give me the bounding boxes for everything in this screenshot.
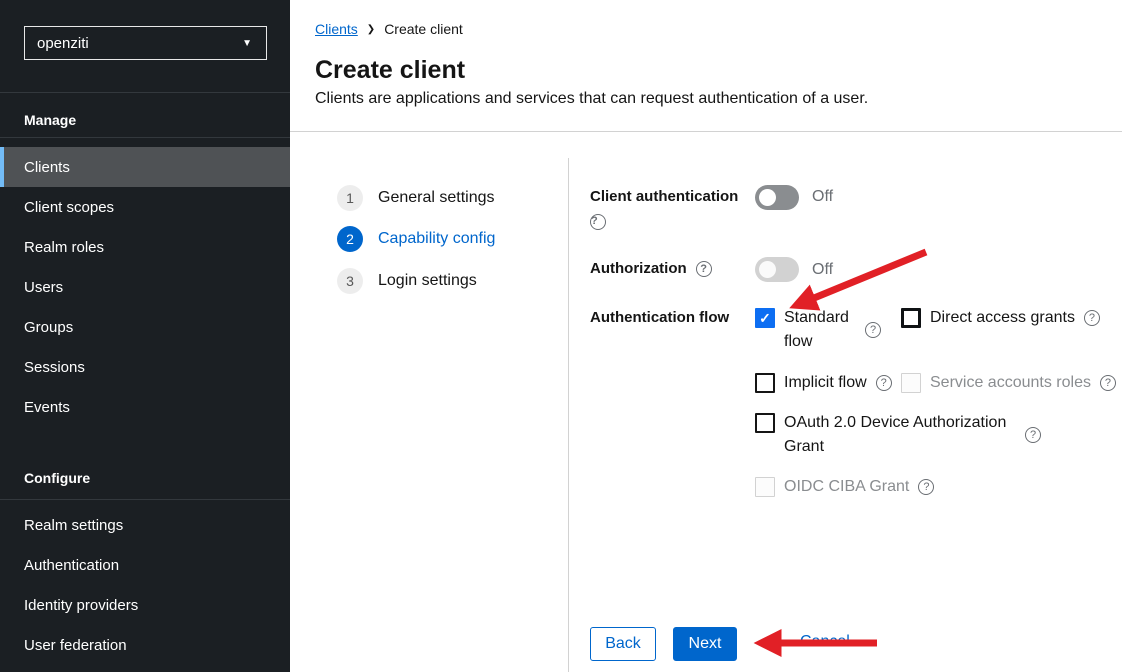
sidebar-item-clients[interactable]: Clients [0, 147, 290, 187]
option-direct-access-grants: Direct access grants ? [901, 306, 1100, 330]
sidebar-item-client-scopes[interactable]: Client scopes [0, 187, 290, 227]
help-icon[interactable]: ? [865, 322, 881, 338]
sidebar: openziti ▼ Manage Clients Client scopes … [0, 0, 290, 672]
label-text: Client authentication [590, 188, 738, 205]
sidebar-item-user-federation[interactable]: User federation [0, 625, 290, 665]
authorization-toggle [755, 257, 799, 282]
wizard-step-general-settings[interactable]: 1 General settings [337, 185, 495, 211]
sidebar-item-label: Client scopes [24, 199, 114, 216]
sidebar-divider [0, 137, 290, 138]
step-number: 1 [337, 185, 363, 211]
checkbox-service-accounts-roles [901, 373, 921, 393]
header-divider [290, 131, 1122, 132]
sidebar-item-label: Realm roles [24, 239, 104, 256]
sidebar-item-label: Users [24, 279, 63, 296]
sidebar-item-label: Groups [24, 319, 73, 336]
option-implicit-flow: Implicit flow ? [755, 371, 892, 395]
option-label: OIDC CIBA Grant [784, 475, 909, 499]
wizard-step-capability-config[interactable]: 2 Capability config [337, 226, 495, 252]
authentication-flow-label: Authentication flow [590, 309, 729, 326]
realm-name: openziti [37, 35, 89, 52]
wizard-content-divider [568, 158, 569, 672]
sidebar-item-label: Clients [24, 159, 70, 176]
wizard-step-login-settings[interactable]: 3 Login settings [337, 268, 477, 294]
sidebar-item-identity-providers[interactable]: Identity providers [0, 585, 290, 625]
step-number: 3 [337, 268, 363, 294]
checkbox-oidc-ciba-grant [755, 477, 775, 497]
toggle-knob [759, 261, 776, 278]
checkbox-implicit-flow[interactable] [755, 373, 775, 393]
page-description: Clients are applications and services th… [315, 90, 868, 108]
step-label: General settings [378, 189, 495, 207]
help-icon[interactable]: ? [1025, 427, 1041, 443]
sidebar-section-manage: Manage [24, 112, 76, 128]
realm-selector-dropdown[interactable]: openziti ▼ [24, 26, 267, 60]
checkbox-direct-access-grants[interactable] [901, 308, 921, 328]
sidebar-item-users[interactable]: Users [0, 267, 290, 307]
cancel-link[interactable]: Cancel [800, 633, 850, 651]
sidebar-divider [0, 499, 290, 500]
sidebar-item-events[interactable]: Events [0, 387, 290, 427]
sidebar-item-label: Identity providers [24, 597, 138, 614]
help-icon[interactable]: ? [696, 261, 712, 277]
help-icon[interactable]: ? [1100, 375, 1116, 391]
next-button[interactable]: Next [673, 627, 737, 661]
help-icon[interactable]: ? [918, 479, 934, 495]
option-service-accounts-roles: Service accounts roles ? [901, 371, 1116, 395]
back-button[interactable]: Back [590, 627, 656, 661]
sidebar-item-label: Sessions [24, 359, 85, 376]
option-label: OAuth 2.0 Device Authorization Grant [784, 411, 1016, 459]
keycloak-admin-console: openziti ▼ Manage Clients Client scopes … [0, 0, 1122, 672]
breadcrumb-clients-link[interactable]: Clients [315, 21, 358, 37]
sidebar-item-groups[interactable]: Groups [0, 307, 290, 347]
authorization-state: Off [812, 261, 833, 279]
breadcrumb-current: Create client [384, 21, 463, 37]
sidebar-item-label: Realm settings [24, 517, 123, 534]
option-label: Standard flow [784, 306, 856, 354]
breadcrumb-separator-icon: ❯ [367, 24, 375, 35]
sidebar-divider [0, 92, 290, 93]
page-title: Create client [315, 56, 465, 85]
toggle-knob [759, 189, 776, 206]
chevron-down-icon: ▼ [242, 38, 252, 49]
step-number: 2 [337, 226, 363, 252]
sidebar-item-realm-settings[interactable]: Realm settings [0, 505, 290, 545]
option-oidc-ciba-grant: OIDC CIBA Grant ? [755, 475, 934, 499]
client-authentication-state: Off [812, 188, 833, 206]
option-label: Direct access grants [930, 306, 1075, 330]
sidebar-item-label: Authentication [24, 557, 119, 574]
help-icon[interactable]: ? [876, 375, 892, 391]
checkbox-standard-flow[interactable]: ✓ [755, 308, 775, 328]
sidebar-item-label: User federation [24, 637, 127, 654]
checkbox-oauth-device-grant[interactable] [755, 413, 775, 433]
label-text: Authorization [590, 260, 687, 277]
sidebar-item-sessions[interactable]: Sessions [0, 347, 290, 387]
help-icon[interactable]: ? [1084, 310, 1100, 326]
option-label: Service accounts roles [930, 371, 1091, 395]
client-authentication-toggle[interactable] [755, 185, 799, 210]
step-label: Capability config [378, 230, 495, 248]
sidebar-item-authentication[interactable]: Authentication [0, 545, 290, 585]
step-label: Login settings [378, 272, 477, 290]
sidebar-item-label: Events [24, 399, 70, 416]
sidebar-section-configure: Configure [24, 470, 90, 486]
sidebar-item-realm-roles[interactable]: Realm roles [0, 227, 290, 267]
option-standard-flow: ✓ Standard flow ? [755, 306, 881, 354]
option-oauth-device-authorization-grant: OAuth 2.0 Device Authorization Grant ? [755, 411, 1041, 459]
option-label: Implicit flow [784, 371, 867, 395]
help-icon[interactable]: ? [590, 214, 606, 230]
breadcrumb: Clients ❯ Create client [315, 21, 463, 37]
client-authentication-label: Client authentication ? [590, 188, 738, 230]
authorization-label: Authorization ? [590, 260, 712, 277]
